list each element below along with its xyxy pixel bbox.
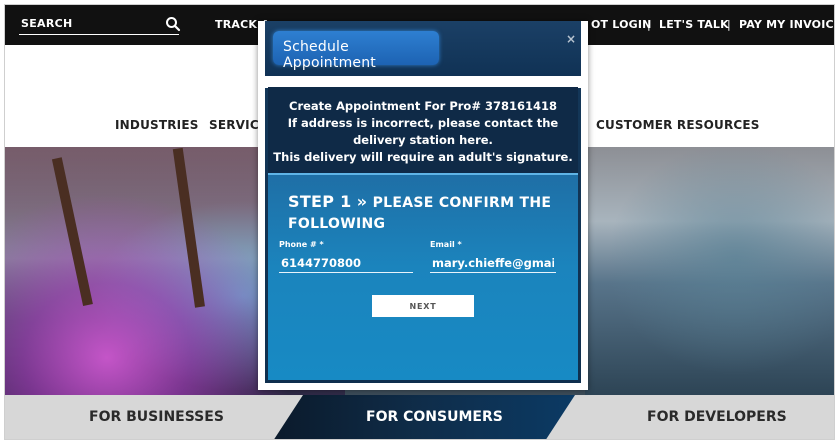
topnav-separator: | [647,18,651,31]
topnav-lets-talk[interactable]: LET'S TALK [659,18,729,31]
topnav-pay-invoice[interactable]: PAY MY INVOICE [739,18,834,31]
tab-for-developers[interactable]: FOR DEVELOPERS [647,409,787,425]
step-title: STEP 1 » PLEASE CONFIRM THE FOLLOWING [288,191,558,235]
info-pro-number: Create Appointment For Pro# 378161418 [289,99,557,113]
close-icon[interactable]: × [566,32,576,46]
modal-title-pill: Schedule Appointment [273,31,439,71]
appointment-info-box: Create Appointment For Pro# 378161418 If… [268,87,578,173]
step-text-line1: PLEASE CONFIRM THE [372,195,552,211]
email-field[interactable] [430,253,556,273]
search-icon[interactable] [165,16,181,32]
modal-header: Schedule Appointment [265,21,581,76]
search-field[interactable]: SEARCH [19,15,179,35]
topnav-login[interactable]: OT LOGIN [591,18,652,31]
nav-customer-resources[interactable]: CUSTOMER RESOURCES [596,118,760,132]
info-signature-note: This delivery will require an adult's si… [273,150,573,164]
step-arrow: » [356,192,368,211]
hero-coast-graphic [585,147,834,395]
email-label: Email * [430,240,462,249]
tab-for-consumers[interactable]: FOR CONSUMERS [366,409,503,425]
next-button[interactable]: NEXT [372,295,474,317]
search-label: SEARCH [21,17,73,30]
info-delivery-station-link[interactable]: delivery station here. [268,133,578,147]
phone-field[interactable] [279,253,413,273]
info-address-note: If address is incorrect, please contact … [287,116,559,130]
topnav-separator: | [727,18,731,31]
tab-for-businesses[interactable]: FOR BUSINESSES [89,409,224,425]
audience-tab-bar: FOR BUSINESSES FOR CONSUMERS FOR DEVELOP… [5,395,834,439]
modal-title: Schedule Appointment [283,39,376,71]
step-text-line2: FOLLOWING [288,216,386,232]
phone-label: Phone # * [279,240,324,249]
nav-industries[interactable]: INDUSTRIES [115,118,199,132]
step-number: STEP 1 [288,192,352,211]
confirm-form: STEP 1 » PLEASE CONFIRM THE FOLLOWING Ph… [268,173,578,380]
